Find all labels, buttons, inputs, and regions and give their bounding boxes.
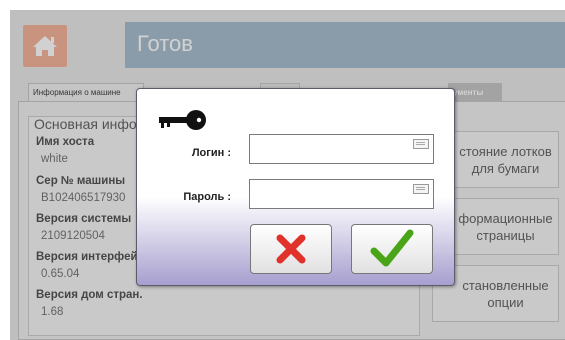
login-field[interactable] [249, 134, 434, 164]
password-field[interactable] [249, 179, 434, 209]
checkmark-icon [370, 229, 414, 267]
login-dialog: Логин : Пароль : [136, 88, 455, 286]
login-label: Логин : [191, 147, 231, 159]
keyboard-icon[interactable] [413, 139, 429, 149]
cancel-button[interactable] [250, 224, 332, 274]
x-icon [276, 234, 306, 264]
keyboard-icon[interactable] [413, 184, 429, 194]
ok-button[interactable] [351, 224, 433, 274]
key-icon [159, 110, 206, 130]
password-label: Пароль : [183, 191, 231, 203]
